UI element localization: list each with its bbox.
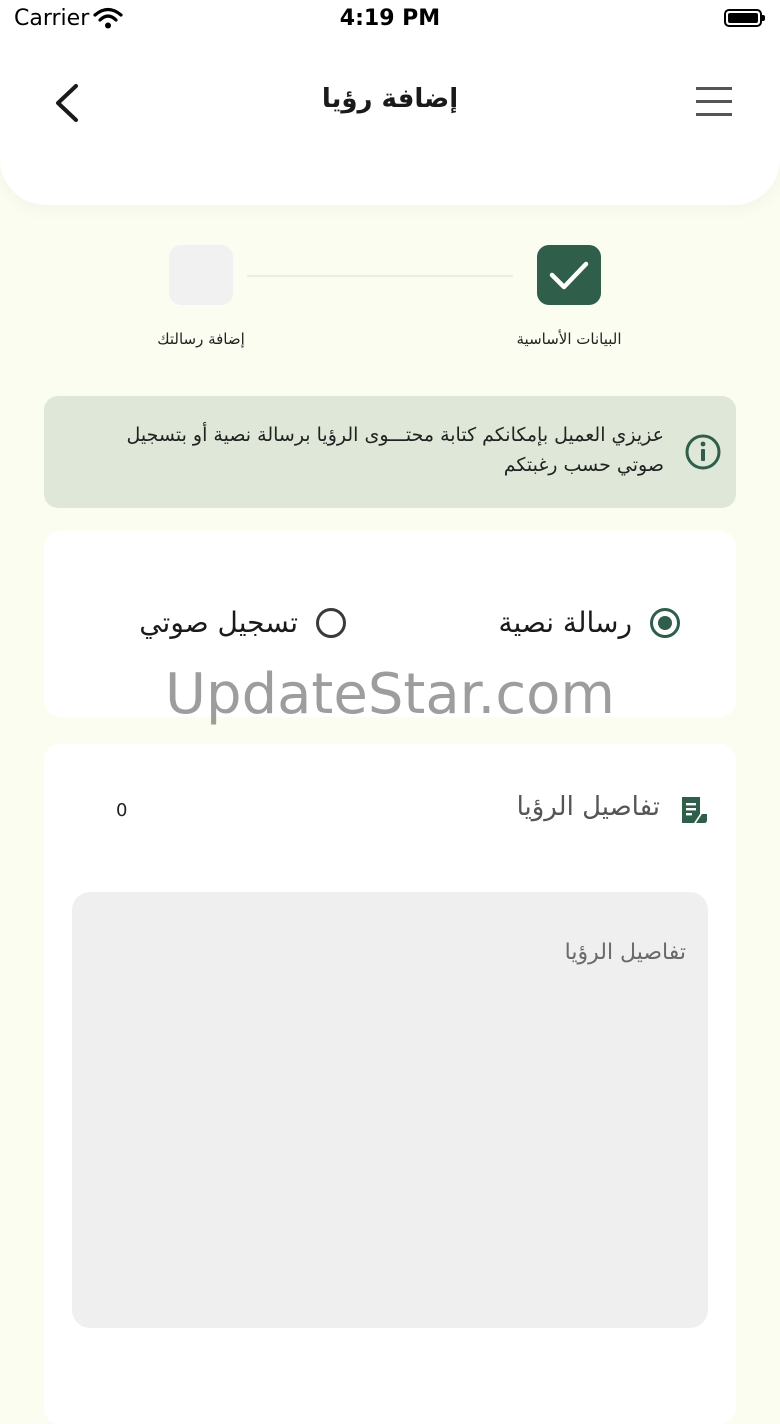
watermark: UpdateStar.com (165, 662, 615, 727)
battery-icon (724, 9, 765, 27)
radio-selected-indicator (650, 607, 680, 638)
info-banner-text: عزيزي العميل بإمكانكم كتابة محتـــوى الر… (126, 424, 664, 476)
radio-voice-recording[interactable]: تسجيل صوتي (139, 606, 346, 639)
step-label-add-message: إضافة رسالتك (157, 330, 245, 348)
stepper-connector (247, 275, 513, 277)
menu-button[interactable] (694, 84, 734, 120)
step-add-message[interactable] (169, 245, 233, 305)
step-basic-info[interactable] (537, 245, 601, 305)
clock: 4:19 PM (339, 6, 441, 31)
document-icon (682, 797, 707, 823)
radio-voice-recording-label: تسجيل صوتي (139, 606, 298, 639)
hamburger-icon (696, 87, 732, 116)
info-icon (685, 434, 721, 470)
character-counter: 0 (116, 800, 128, 821)
radio-unselected-indicator (316, 607, 346, 638)
radio-text-message[interactable]: رسالة نصية (498, 606, 680, 639)
details-card: تفاصيل الرؤيا 0 (44, 744, 736, 1424)
page-title: إضافة رؤيا (321, 84, 459, 114)
radio-text-message-label: رسالة نصية (498, 606, 633, 639)
status-bar: Carrier 4:19 PM (0, 0, 780, 40)
details-title: تفاصيل الرؤيا (516, 792, 660, 822)
info-banner: عزيزي العميل بإمكانكم كتابة محتـــوى الر… (44, 396, 736, 508)
check-icon (549, 261, 589, 290)
vision-details-input[interactable] (72, 892, 708, 1328)
step-label-basic-info: البيانات الأساسية (516, 330, 622, 348)
